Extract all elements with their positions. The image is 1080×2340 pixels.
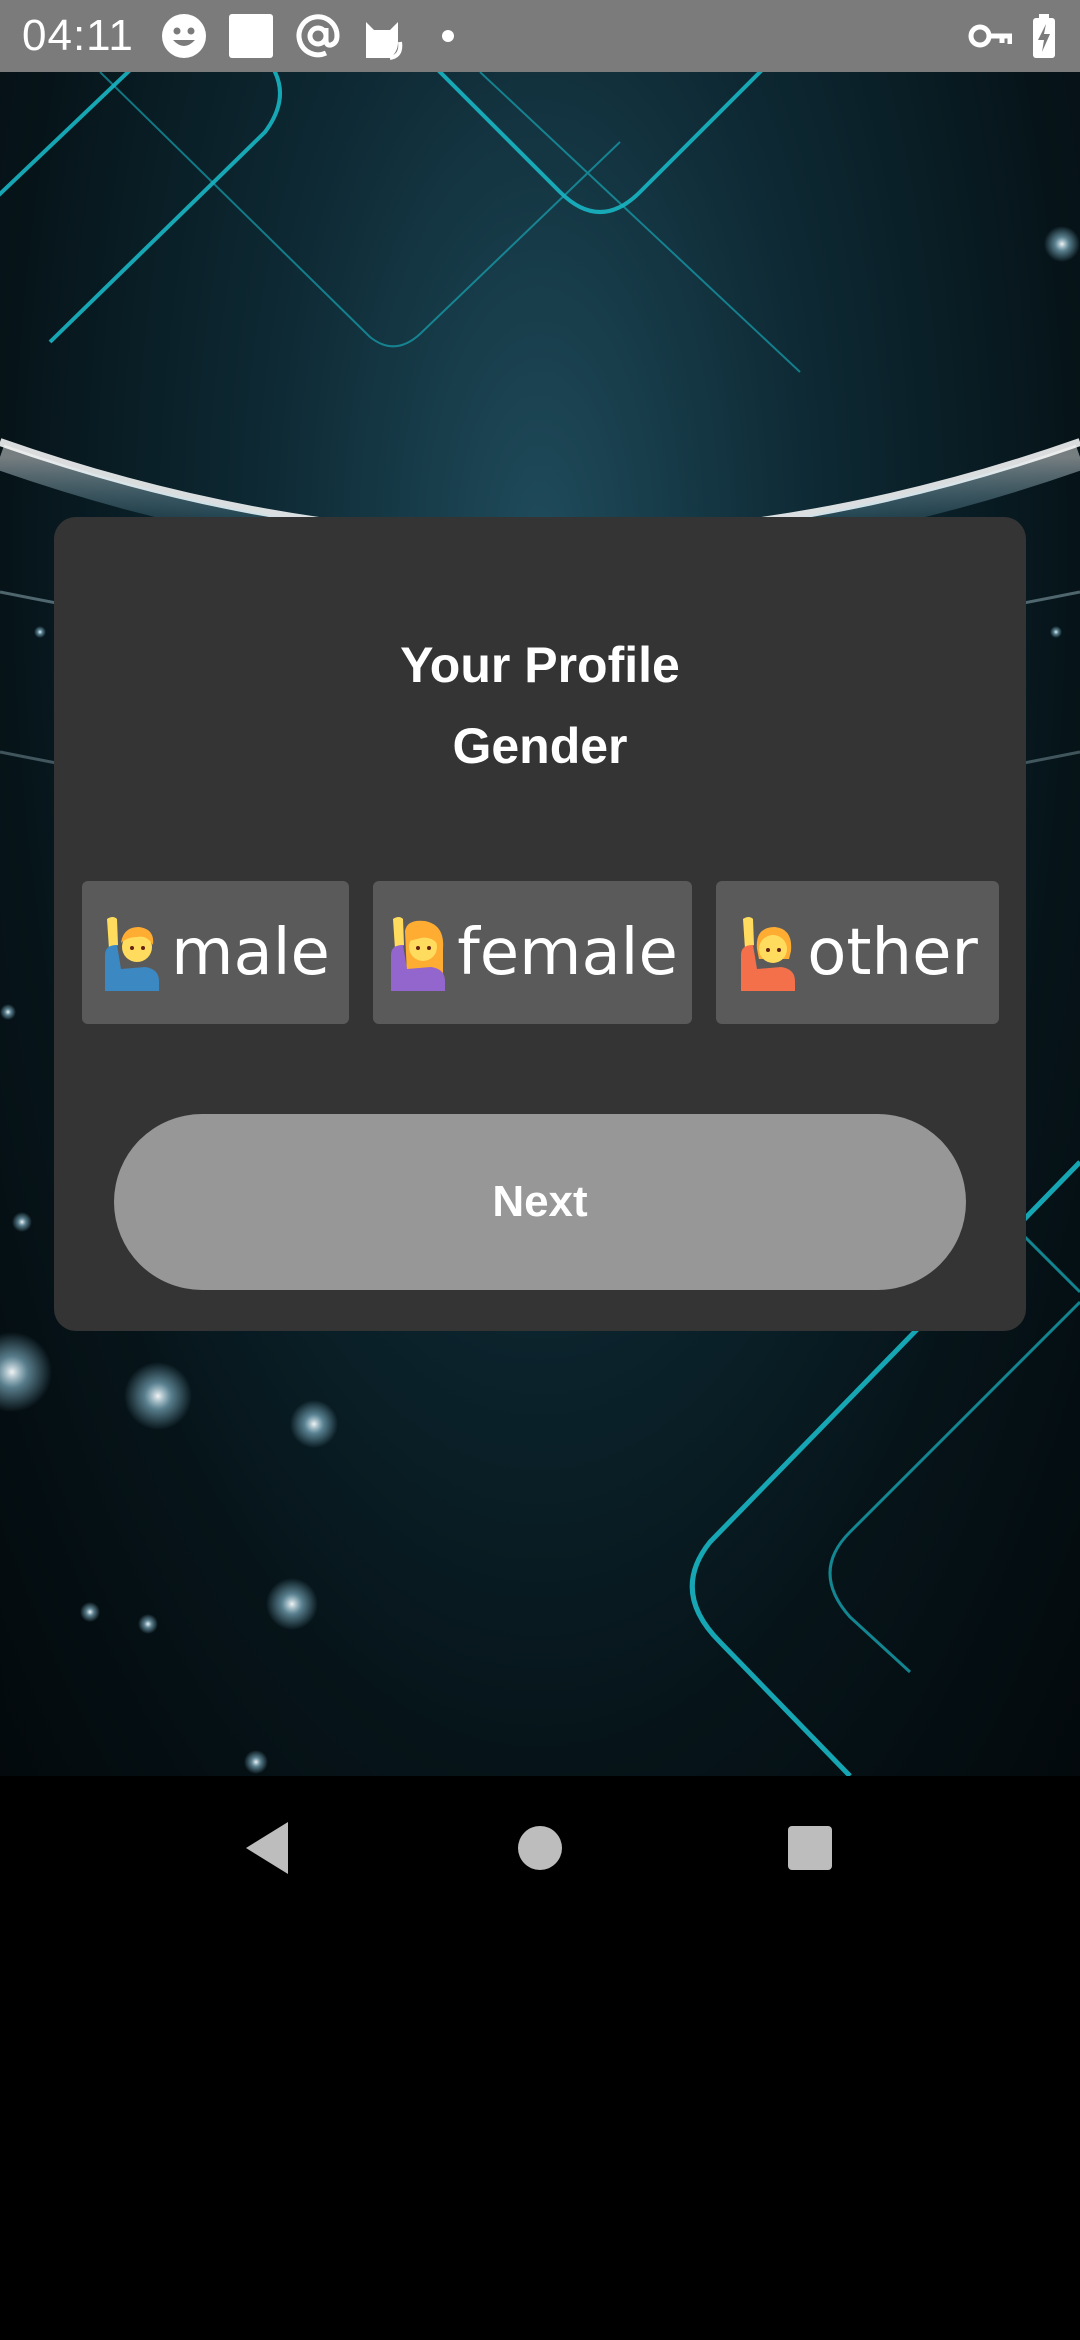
- gender-option-label: female: [457, 915, 678, 990]
- smiley-icon: [162, 14, 206, 58]
- recents-icon[interactable]: [774, 1812, 846, 1884]
- title-line-profile: Your Profile: [400, 637, 680, 693]
- gender-option-other[interactable]: other: [716, 881, 999, 1024]
- at-sign-icon: [296, 14, 340, 58]
- dot-icon: [442, 30, 454, 42]
- vpn-key-icon: [968, 24, 1012, 48]
- navigation-bar: [0, 1776, 1080, 1920]
- title-line-gender: Gender: [452, 718, 628, 774]
- card-title: Your Profile Gender: [54, 625, 1026, 787]
- gender-option-label: male: [171, 915, 330, 990]
- cat-icon: [366, 22, 403, 60]
- home-icon[interactable]: [504, 1812, 576, 1884]
- gender-option-female[interactable]: female: [373, 881, 692, 1024]
- status-time: 04:11: [22, 11, 134, 60]
- profile-gender-card: Your Profile Gender male female other Ne…: [54, 517, 1026, 1331]
- screen: 04:11 Your Profile Gender male female ot…: [0, 0, 1080, 2340]
- gender-option-male[interactable]: male: [82, 881, 349, 1024]
- next-button[interactable]: Next: [114, 1114, 966, 1290]
- back-icon[interactable]: [232, 1812, 304, 1884]
- battery-charging-icon: [1033, 14, 1055, 58]
- person-raising-hand-icon: [741, 916, 796, 991]
- square-icon: [229, 14, 273, 58]
- status-bar: 04:11: [0, 0, 1080, 72]
- man-raising-hand-icon: [105, 916, 160, 991]
- woman-raising-hand-icon: [391, 916, 446, 991]
- gender-option-label: other: [807, 915, 978, 990]
